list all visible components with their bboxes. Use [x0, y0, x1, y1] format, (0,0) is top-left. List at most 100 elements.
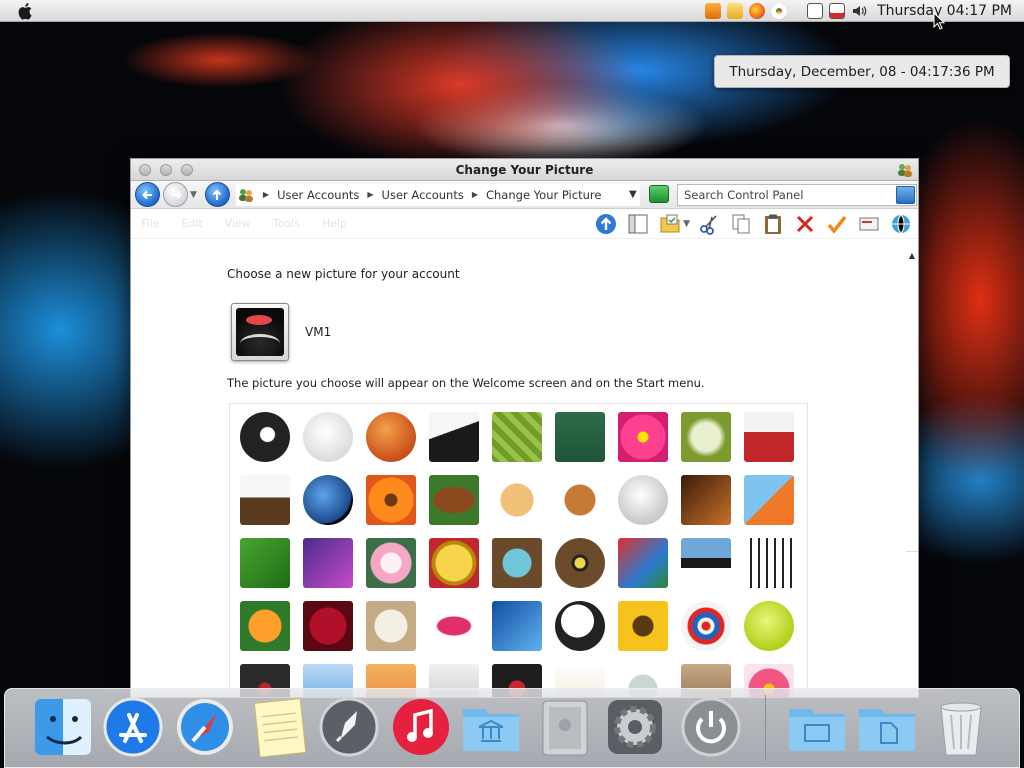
menu-view[interactable]: View [225, 217, 251, 230]
address-dropdown-icon[interactable]: ▼ [629, 189, 637, 200]
launchpad-icon[interactable] [319, 697, 379, 759]
picture-option-earth[interactable] [303, 475, 353, 525]
picture-option-dandelion[interactable] [681, 412, 731, 462]
system-preferences-icon[interactable] [605, 697, 665, 759]
volume-icon[interactable] [851, 3, 867, 19]
window-titlebar[interactable]: Change Your Picture [131, 159, 918, 181]
scrollbar-track[interactable] [906, 551, 918, 552]
search-input[interactable]: Search Control Panel [677, 184, 917, 206]
trash-icon[interactable] [931, 697, 991, 759]
media-player-icon[interactable] [705, 3, 722, 19]
picture-option-penguin[interactable] [681, 538, 731, 588]
search-icon[interactable] [896, 186, 915, 204]
back-button[interactable] [135, 182, 160, 207]
breadcrumb-separator-icon[interactable]: ▶ [263, 190, 269, 199]
toolbar-buttons: ▼ [593, 211, 914, 237]
picture-description: The picture you choose will appear on th… [227, 376, 705, 390]
picture-option-cactus[interactable] [492, 412, 542, 462]
picture-option-hockey[interactable] [744, 475, 794, 525]
picture-option-guitar[interactable] [681, 475, 731, 525]
paste-icon[interactable] [760, 211, 786, 237]
firefox-icon[interactable] [749, 3, 766, 19]
view-options-dropdown-icon[interactable]: ▼ [683, 219, 690, 229]
search-placeholder: Search Control Panel [684, 188, 804, 202]
system-tray: Thursday 04:17 PM [705, 0, 1016, 22]
picture-option-baseball[interactable] [303, 412, 353, 462]
picture-option-gold-coin[interactable] [429, 538, 479, 588]
itunes-icon[interactable] [391, 697, 451, 759]
breadcrumb-item-user-accounts-2[interactable]: User Accounts [382, 188, 464, 202]
picture-option-owl[interactable] [555, 538, 605, 588]
network-globe-icon[interactable] [888, 211, 914, 237]
picture-option-fortune-cookie[interactable] [492, 475, 542, 525]
view-options-icon[interactable] [657, 211, 683, 237]
picture-option-8-ball[interactable] [240, 412, 290, 462]
picture-option-bowling[interactable] [429, 412, 479, 462]
history-dropdown-icon[interactable]: ▼ [190, 190, 197, 200]
picture-option-lightning[interactable] [303, 538, 353, 588]
picture-option-red-rose[interactable] [303, 601, 353, 651]
chrome-icon[interactable] [771, 3, 788, 19]
shutdown-icon[interactable] [681, 697, 741, 759]
change-picture-window: Change Your Picture ▼ ▶ User Accounts ▶ … [130, 158, 919, 698]
copy-icon[interactable] [728, 211, 754, 237]
breadcrumb-item-user-accounts[interactable]: User Accounts [277, 188, 359, 202]
picture-option-gingerbread-man[interactable] [555, 475, 605, 525]
network-icon[interactable] [807, 3, 824, 19]
picture-option-golf-ball[interactable] [618, 475, 668, 525]
picture-option-drum[interactable] [744, 412, 794, 462]
menu-edit[interactable]: Edit [181, 217, 202, 230]
properties-icon[interactable] [856, 211, 882, 237]
picture-option-nest-eggs[interactable] [492, 538, 542, 588]
picture-option-snowflake[interactable] [492, 601, 542, 651]
toolbar: File Edit View Tools Help ▼ [131, 209, 918, 239]
folder-icon[interactable] [727, 3, 744, 19]
picture-option-chalkboard[interactable] [555, 412, 605, 462]
delete-icon[interactable] [792, 211, 818, 237]
picture-option-football[interactable] [429, 475, 479, 525]
menu-labels: File Edit View Tools Help [141, 217, 347, 230]
forward-button[interactable] [163, 182, 188, 207]
picture-option-orange-daisy[interactable] [366, 475, 416, 525]
up-button[interactable] [204, 182, 230, 207]
mac-pro-icon[interactable] [535, 697, 595, 759]
picture-option-sand-dollar[interactable] [366, 601, 416, 651]
apple-menu-icon[interactable] [18, 2, 36, 20]
page-heading: Choose a new picture for your account [227, 267, 460, 281]
picture-option-lips[interactable] [429, 601, 479, 651]
refresh-button[interactable] [649, 185, 669, 203]
cut-icon[interactable] [696, 211, 722, 237]
safari-icon[interactable] [175, 697, 235, 759]
picture-option-soccer-ball[interactable] [555, 601, 605, 651]
picture-option-lotus[interactable] [366, 538, 416, 588]
up-folder-icon[interactable] [593, 211, 619, 237]
menu-help[interactable]: Help [322, 217, 347, 230]
picture-option-basketball[interactable] [366, 412, 416, 462]
picture-option-eagle[interactable] [240, 475, 290, 525]
notes-icon[interactable] [249, 697, 309, 759]
checkmark-icon[interactable] [824, 211, 850, 237]
picture-option-sunflower[interactable] [618, 601, 668, 651]
scroll-up-arrow-icon[interactable]: ▲ [909, 251, 915, 260]
breadcrumb-separator-icon[interactable]: ▶ [472, 190, 478, 199]
breadcrumb-separator-icon[interactable]: ▶ [367, 190, 373, 199]
menu-file[interactable]: File [141, 217, 159, 230]
picture-option-leaf[interactable] [240, 538, 290, 588]
picture-option-tennis-ball[interactable] [744, 601, 794, 651]
documents-folder-icon[interactable] [787, 697, 847, 759]
menu-tools[interactable]: Tools [273, 217, 300, 230]
picture-option-target[interactable] [681, 601, 731, 651]
panes-icon[interactable] [625, 211, 651, 237]
app-store-icon[interactable] [103, 697, 163, 759]
picture-option-poppy[interactable] [240, 601, 290, 651]
battery-icon[interactable] [829, 3, 846, 19]
dock-separator [765, 695, 766, 761]
picture-option-piano[interactable] [744, 538, 794, 588]
picture-option-pink-flower[interactable] [618, 412, 668, 462]
picture-option-parrot[interactable] [618, 538, 668, 588]
downloads-folder-icon[interactable] [857, 697, 917, 759]
breadcrumb-item-change-your-picture[interactable]: Change Your Picture [486, 188, 601, 202]
applications-folder-icon[interactable] [461, 697, 521, 759]
user-accounts-icon [898, 164, 912, 177]
finder-icon[interactable] [33, 697, 93, 759]
